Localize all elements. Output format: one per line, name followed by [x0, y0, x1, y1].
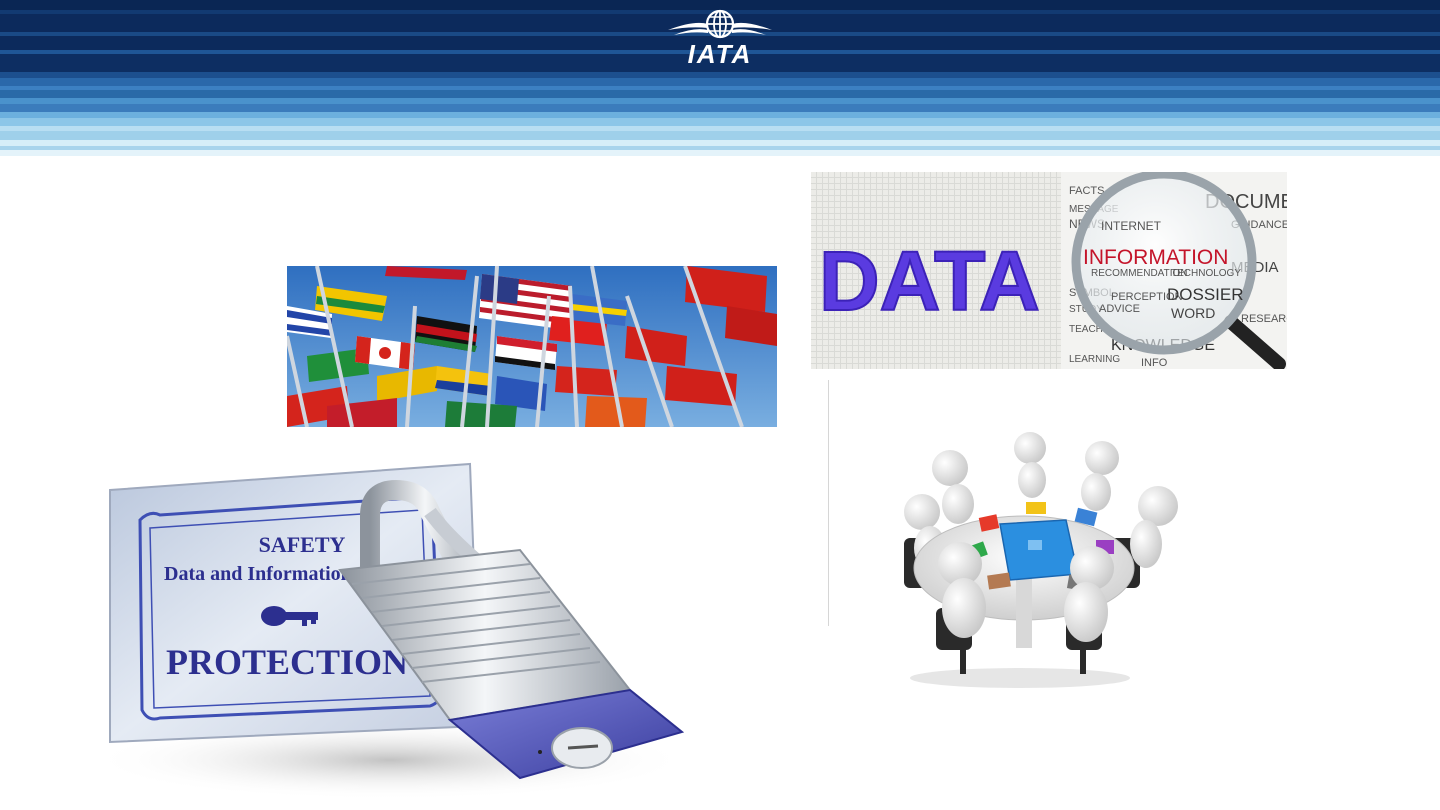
sign-line-protection: PROTECTION [166, 642, 408, 682]
sign-line-safety: SAFETY [259, 532, 346, 557]
cloud-word: TECHNOLOGY [1171, 268, 1241, 279]
banner-stripe [0, 104, 1440, 112]
globe-wings-icon [668, 9, 772, 39]
data-wordcloud-photo: DATA FACTS DOCUMENT MEDIA GUIDANCE NEWS … [811, 172, 1287, 369]
padlock-sign-icon: SAFETY Data and Information PROTECTION [90, 462, 690, 800]
iata-logo: IATA [664, 8, 776, 68]
magnified-word: INFORMATION [1083, 246, 1228, 269]
banner-stripe [0, 78, 1440, 86]
data-title-word: DATA [819, 234, 1040, 328]
cloud-word: LEARNING [1069, 354, 1120, 365]
protection-padlock-image: SAFETY Data and Information PROTECTION [70, 460, 690, 800]
puzzle-meeting-icon [904, 432, 1178, 688]
banner-stripe [0, 131, 1440, 140]
cloud-word: WORD [1171, 305, 1215, 321]
banner-stripe [0, 90, 1440, 98]
banner-stripe [0, 118, 1440, 126]
cloud-word: FACTS [1069, 185, 1104, 197]
logo-text: IATA [687, 39, 753, 69]
cloud-word: INTERNET [1101, 219, 1162, 233]
banner-stripe [0, 156, 1440, 160]
sign-line-data-info: Data and Information [164, 563, 352, 585]
vertical-divider [828, 380, 829, 626]
round-table-meeting-image [840, 428, 1200, 690]
header-banner: IATA [0, 0, 1440, 160]
cloud-word: INFO [1141, 357, 1168, 369]
cloud-word: RESEARCH [1241, 313, 1287, 325]
cloud-word: ADVICE [1099, 303, 1140, 315]
world-flags-icon [287, 266, 777, 427]
flags-photo [287, 266, 777, 427]
cloud-word: PERCEPTION [1111, 291, 1183, 303]
data-magnifier-icon: DATA FACTS DOCUMENT MEDIA GUIDANCE NEWS … [811, 172, 1287, 369]
